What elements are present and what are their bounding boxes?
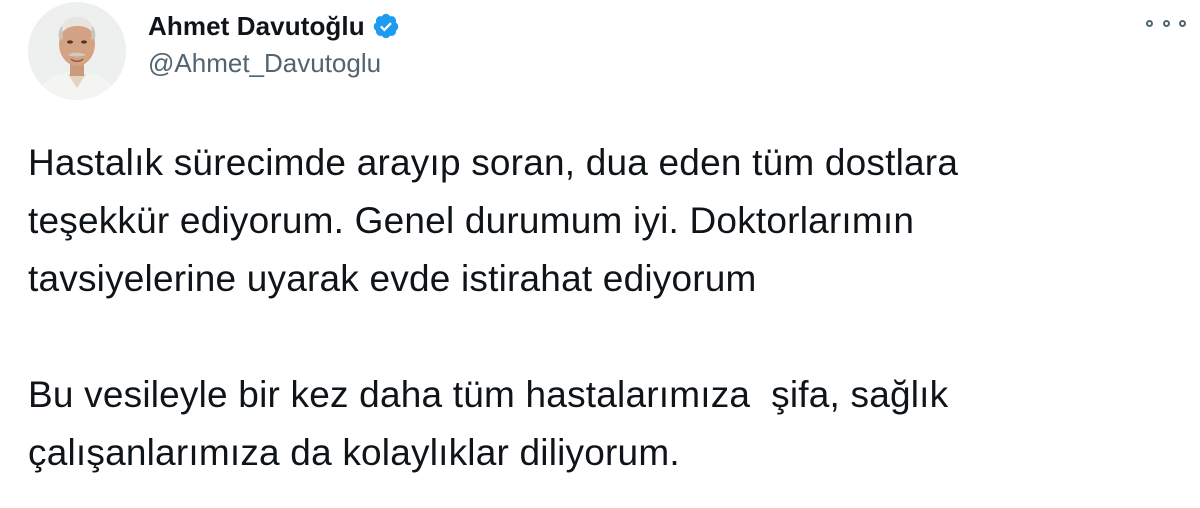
tweet-text: Hastalık sürecimde arayıp soran, dua ede…	[28, 134, 1188, 482]
author-display-name[interactable]: Ahmet Davutoğlu	[148, 11, 365, 42]
tweet-line: teşekkür ediyorum. Genel durumum iyi. Do…	[28, 200, 915, 241]
tweet-line: tavsiyelerine uyarak evde istirahat ediy…	[28, 258, 757, 299]
tweet-card: Ahmet Davutoğlu @Ahmet_Davutoglu Hastalı…	[0, 0, 1200, 508]
author-name-row[interactable]: Ahmet Davutoğlu	[148, 8, 400, 44]
more-options-icon	[1179, 19, 1186, 27]
tweet-line: Bu vesileyle bir kez daha tüm hastalarım…	[28, 374, 949, 415]
author-handle[interactable]: @Ahmet_Davutoglu	[148, 48, 381, 79]
verified-badge-icon	[372, 12, 400, 40]
tweet-line: çalışanlarımıza da kolaylıklar diliyorum…	[28, 432, 680, 473]
avatar-portrait-image	[28, 2, 126, 100]
more-options-icon	[1162, 19, 1170, 27]
more-options-icon	[1146, 19, 1153, 27]
more-options-button[interactable]	[1146, 10, 1186, 36]
tweet-line: Hastalık sürecimde arayıp soran, dua ede…	[28, 142, 959, 183]
avatar[interactable]	[28, 2, 126, 100]
